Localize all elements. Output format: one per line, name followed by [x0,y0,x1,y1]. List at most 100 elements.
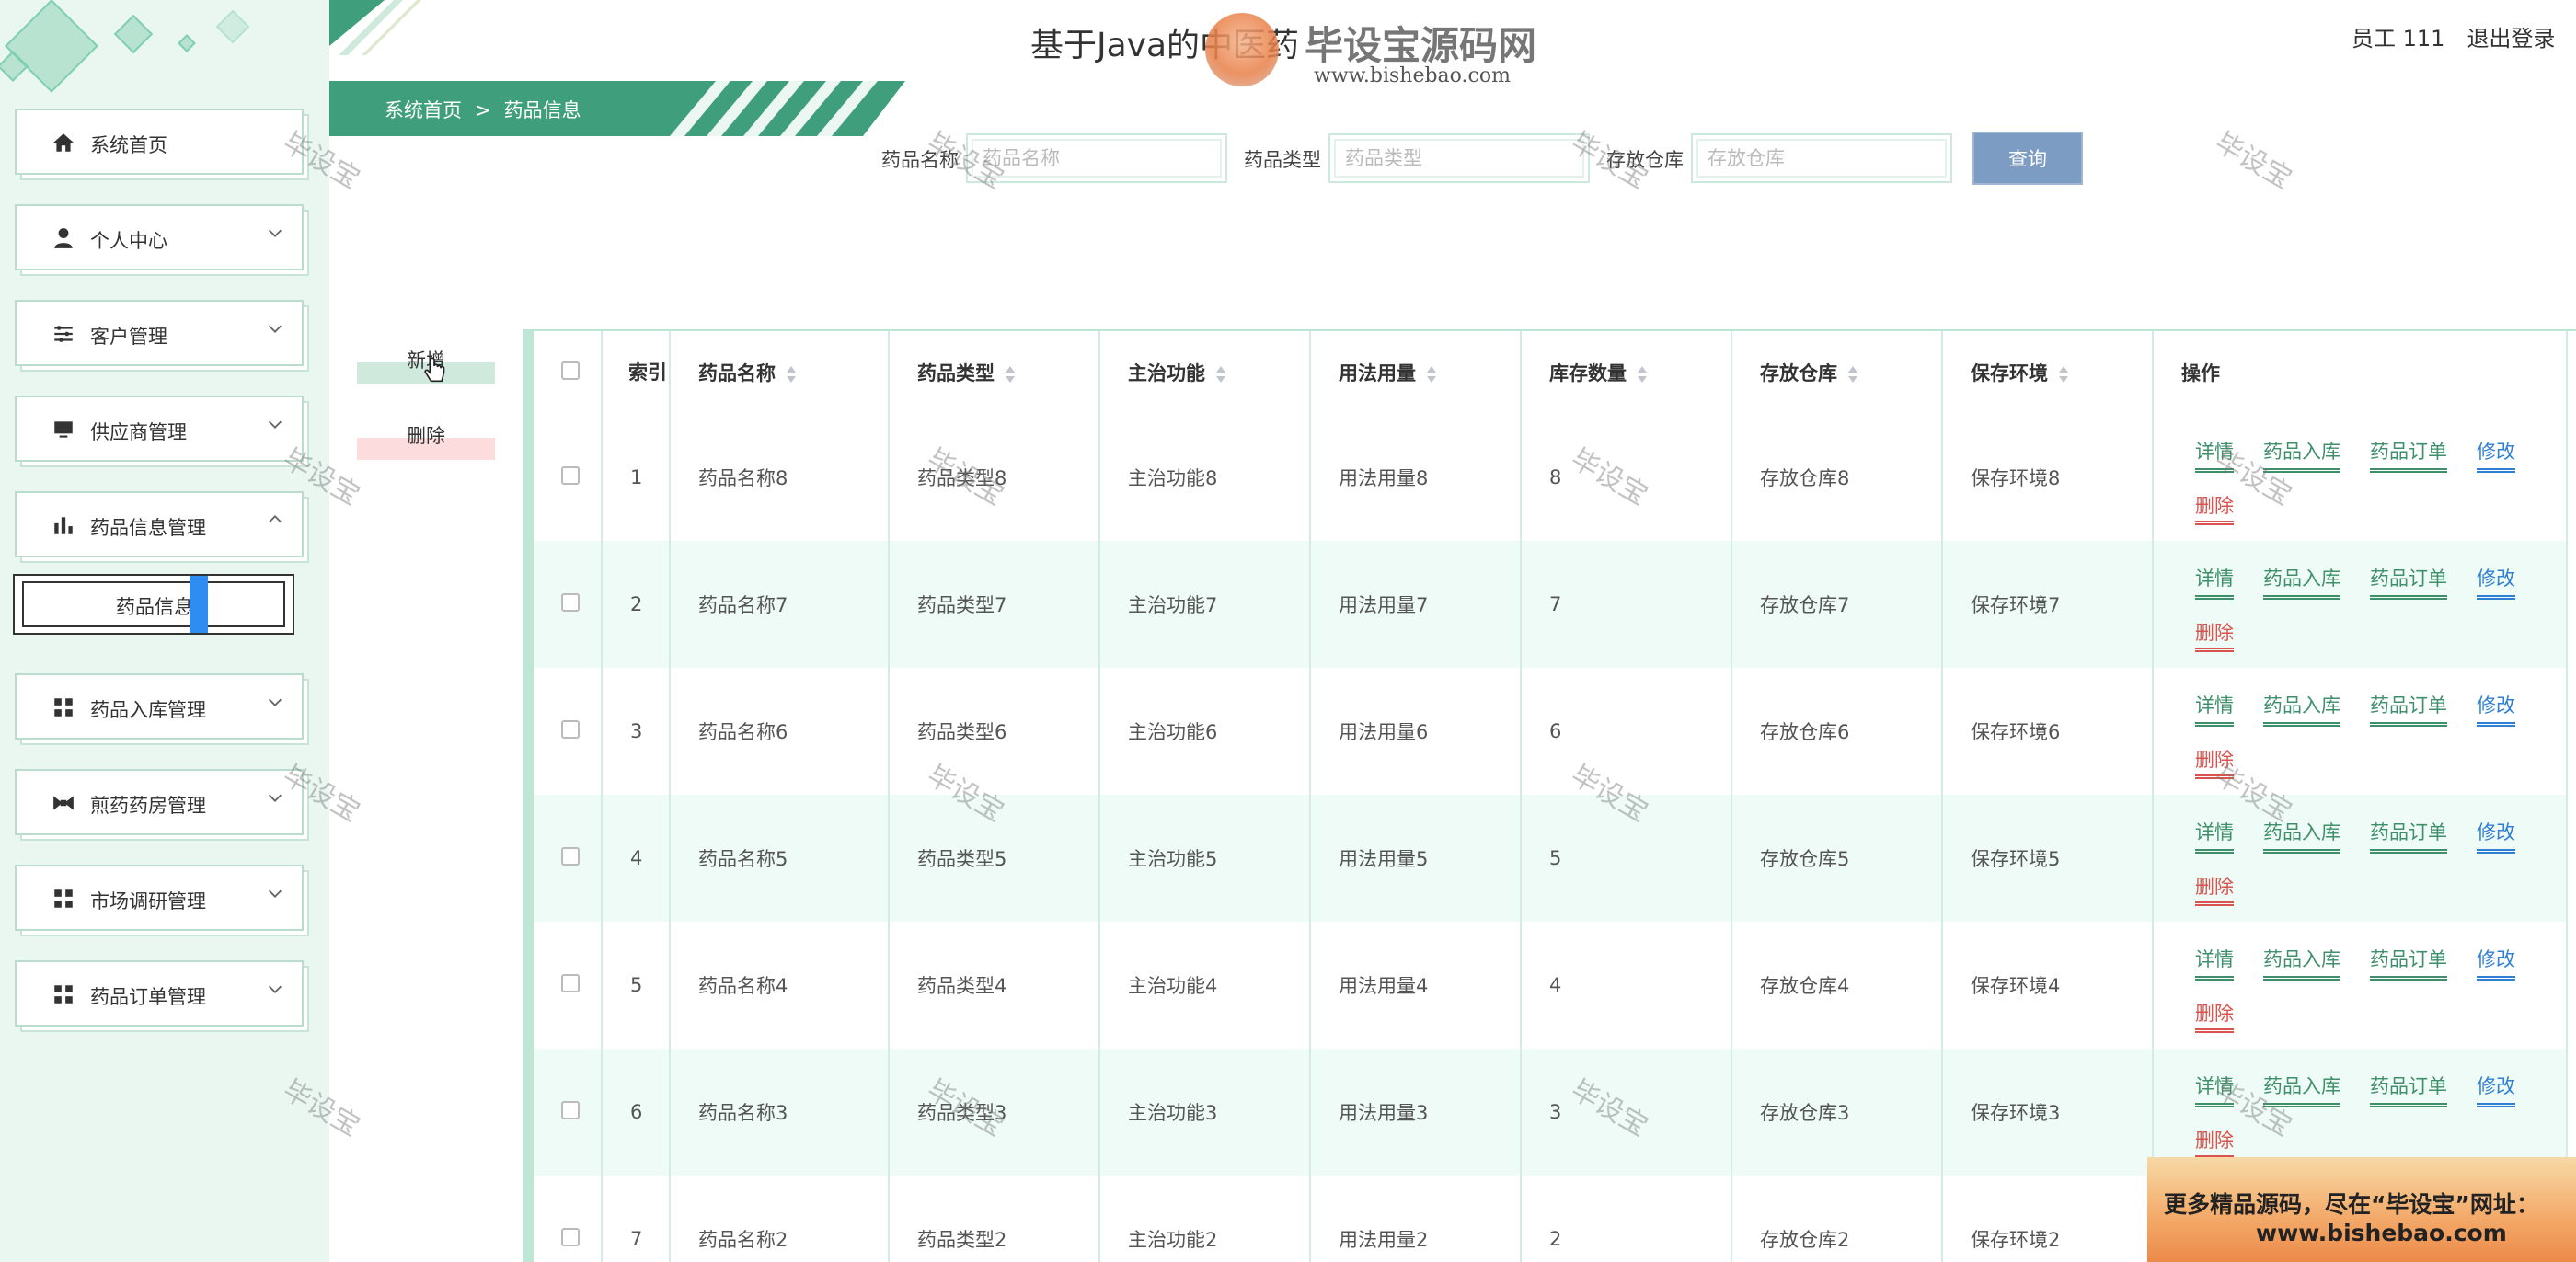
cell-environment: 保存环境2 [1942,1176,2154,1262]
table-row: 5 药品名称4 药品类型4 主治功能4 用法用量4 4 存放仓库4 保存环境4 详情 药品入库 药品… [534,922,2568,1049]
sidebar-item-market-research[interactable]: 市场调研管理 [15,865,304,931]
delete-link[interactable]: 删除 [2195,748,2234,779]
inbound-link[interactable]: 药品入库 [2263,818,2340,854]
row-checkbox[interactable] [561,719,580,739]
sidebar-item-label: 市场调研管理 [90,890,206,912]
row-checkbox-cell [534,795,603,922]
sidebar-item-customer[interactable]: 客户管理 [15,300,304,366]
edit-link[interactable]: 修改 [2477,437,2515,473]
col-type[interactable]: 药品类型 [889,331,1100,414]
user-info: 员工 111 退出登录 [2352,20,2576,52]
delete-link[interactable]: 删除 [2195,494,2234,525]
row-checkbox[interactable] [561,1100,580,1119]
col-environment-label: 保存环境 [1971,362,2048,384]
breadcrumb-home[interactable]: 系统首页 [385,99,462,121]
inbound-link[interactable]: 药品入库 [2263,691,2340,727]
delete-link[interactable]: 删除 [2195,875,2234,906]
chevron-down-icon [268,229,282,237]
select-all-checkbox[interactable] [561,361,580,380]
search-warehouse-input[interactable] [1691,133,1952,183]
row-checkbox-cell [534,668,603,795]
order-link[interactable]: 药品订单 [2370,437,2447,473]
monitor-icon [54,421,73,438]
sidebar-item-decoction-pharmacy[interactable]: 煎药药房管理 [15,769,304,835]
sidebar-item-drug-inbound[interactable]: 药品入库管理 [15,673,304,740]
detail-link[interactable]: 详情 [2195,945,2234,981]
col-usage[interactable]: 用法用量 [1310,331,1522,414]
col-function[interactable]: 主治功能 [1099,331,1311,414]
search-type-input[interactable] [1328,133,1590,183]
cell-stock: 6 [1521,668,1732,795]
col-stock[interactable]: 库存数量 [1521,331,1732,414]
cell-usage: 用法用量6 [1310,668,1522,795]
col-warehouse-label: 存放仓库 [1760,362,1837,384]
table-body: 1 药品名称8 药品类型8 主治功能8 用法用量8 8 存放仓库8 保存环境8 详情 药品入库 药品… [534,414,2568,1262]
cell-function: 主治功能7 [1099,541,1311,668]
sidebar-item-supplier[interactable]: 供应商管理 [15,396,304,462]
inbound-link[interactable]: 药品入库 [2263,1072,2340,1107]
cell-warehouse: 存放仓库7 [1731,541,1943,668]
batch-delete-button[interactable]: 删除 [357,421,495,460]
promo-banner[interactable]: 更多精品源码，尽在“毕设宝”网址： www.bishebao.com [2147,1157,2576,1262]
edit-link[interactable]: 修改 [2477,945,2515,981]
ops-row: 删除 [2195,1126,2566,1160]
cell-function: 主治功能5 [1099,795,1311,922]
row-checkbox[interactable] [561,846,580,866]
ops-row: 详情药品入库药品订单修改 [2195,1072,2566,1107]
order-link[interactable]: 药品订单 [2370,1072,2447,1107]
cell-name: 药品名称8 [670,414,890,541]
cell-name: 药品名称2 [670,1176,890,1262]
sidebar-item-personal-center[interactable]: 个人中心 [15,204,304,270]
inbound-link[interactable]: 药品入库 [2263,945,2340,981]
sidebar-item-home[interactable]: 系统首页 [15,109,304,175]
edit-link[interactable]: 修改 [2477,691,2515,727]
sidebar-subitem-drug-info[interactable]: 药品信息 [13,574,294,635]
detail-link[interactable]: 详情 [2195,1072,2234,1107]
edit-link[interactable]: 修改 [2477,1072,2515,1107]
order-link[interactable]: 药品订单 [2370,945,2447,981]
cell-index: 6 [602,1049,671,1176]
delete-link[interactable]: 删除 [2195,1002,2234,1033]
brand-url: www.bishebao.com [1314,64,1511,87]
cell-type: 药品类型6 [889,668,1100,795]
row-checkbox[interactable] [561,465,580,485]
search-name-input[interactable] [966,133,1227,183]
ops-row: 删除 [2195,999,2566,1033]
col-warehouse[interactable]: 存放仓库 [1731,331,1943,414]
query-button[interactable]: 查询 [1972,132,2083,185]
detail-link[interactable]: 详情 [2195,818,2234,854]
cell-index: 4 [602,795,671,922]
sidebar-item-label: 药品入库管理 [90,699,206,721]
detail-link[interactable]: 详情 [2195,691,2234,727]
sidebar-item-drug-order[interactable]: 药品订单管理 [15,960,304,1027]
cell-stock: 8 [1521,414,1732,541]
cell-environment: 保存环境4 [1942,922,2154,1049]
row-checkbox-cell [534,414,603,541]
cell-type: 药品类型8 [889,414,1100,541]
row-checkbox[interactable] [561,592,580,612]
inbound-link[interactable]: 药品入库 [2263,437,2340,473]
col-environment[interactable]: 保存环境 [1942,331,2154,414]
order-link[interactable]: 药品订单 [2370,564,2447,600]
detail-link[interactable]: 详情 [2195,437,2234,473]
breadcrumb-current: 药品信息 [503,99,581,121]
col-name[interactable]: 药品名称 [670,331,890,414]
delete-link[interactable]: 删除 [2195,1129,2234,1160]
edit-link[interactable]: 修改 [2477,818,2515,854]
order-link[interactable]: 药品订单 [2370,691,2447,727]
detail-link[interactable]: 详情 [2195,564,2234,600]
inbound-link[interactable]: 药品入库 [2263,564,2340,600]
row-checkbox[interactable] [561,1227,580,1246]
grid-icon [54,985,73,1004]
brand-watermark: 毕设宝源码网 www.bishebao.com [1205,11,1564,94]
home-icon [53,133,74,152]
col-ops: 操作 [2153,331,2568,414]
edit-link[interactable]: 修改 [2477,564,2515,600]
sidebar-item-drug-info[interactable]: 药品信息管理 [15,491,304,557]
row-checkbox[interactable] [561,973,580,992]
col-function-label: 主治功能 [1128,362,1205,384]
order-link[interactable]: 药品订单 [2370,818,2447,854]
cell-index: 2 [602,541,671,668]
delete-link[interactable]: 删除 [2195,621,2234,652]
logout-link[interactable]: 退出登录 [2467,26,2555,52]
